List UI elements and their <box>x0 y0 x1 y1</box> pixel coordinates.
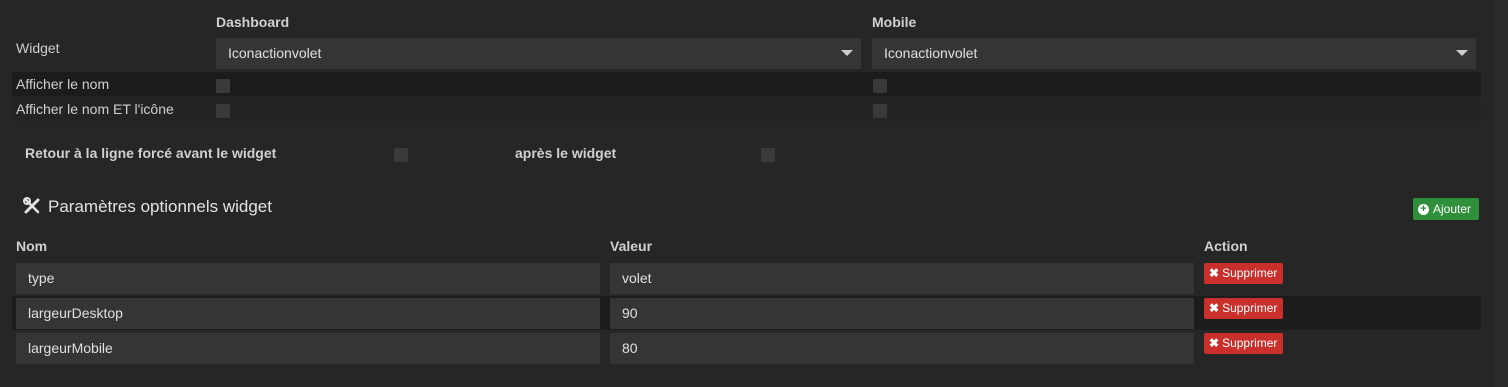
param-value-input[interactable]: 90 <box>610 298 1194 329</box>
param-value-input[interactable]: 80 <box>610 333 1194 364</box>
delete-param-button[interactable]: ✖ Supprimer <box>1204 298 1283 319</box>
dashboard-widget-select[interactable]: Iconactionvolet <box>216 38 861 69</box>
dashboard-header: Dashboard <box>216 14 290 30</box>
line-break-before-label: Retour à la ligne forcé avant le widget <box>25 145 277 161</box>
col-name-header: Nom <box>16 238 48 254</box>
scrollbar[interactable] <box>1495 0 1508 387</box>
tools-icon <box>23 197 41 215</box>
line-break-before-checkbox[interactable] <box>394 148 408 162</box>
caret-down-icon <box>841 50 853 56</box>
close-icon: ✖ <box>1209 336 1220 350</box>
col-value-header: Valeur <box>610 238 653 254</box>
params-title: Paramètres optionnels widget <box>48 197 272 216</box>
show-name-label: Afficher le nom <box>16 76 110 92</box>
delete-label: Supprimer <box>1222 336 1278 350</box>
plus-circle-icon: + <box>1418 203 1429 215</box>
mobile-header: Mobile <box>872 14 917 30</box>
show-name-mobile-checkbox[interactable] <box>873 79 887 93</box>
mobile-widget-select[interactable]: Iconactionvolet <box>872 38 1476 69</box>
line-break-after-label: après le widget <box>515 145 617 161</box>
delete-label: Supprimer <box>1222 266 1278 280</box>
line-break-after-checkbox[interactable] <box>761 148 775 162</box>
close-icon: ✖ <box>1209 266 1220 280</box>
add-param-label: Ajouter <box>1433 202 1472 216</box>
show-name-icon-mobile-checkbox[interactable] <box>873 104 887 118</box>
show-name-dashboard-checkbox[interactable] <box>216 79 230 93</box>
col-action-header: Action <box>1204 238 1248 254</box>
param-name-input[interactable]: type <box>16 263 600 294</box>
delete-param-button[interactable]: ✖ Supprimer <box>1204 263 1283 284</box>
show-name-icon-row <box>12 97 1481 121</box>
delete-param-button[interactable]: ✖ Supprimer <box>1204 333 1283 354</box>
show-name-icon-label: Afficher le nom ET l'icône <box>16 101 174 117</box>
mobile-widget-value: Iconactionvolet <box>884 45 978 61</box>
show-name-row <box>12 72 1481 96</box>
add-param-button[interactable]: + Ajouter <box>1413 198 1479 220</box>
widget-label: Widget <box>16 40 60 56</box>
show-name-icon-dashboard-checkbox[interactable] <box>216 104 230 118</box>
param-name-input[interactable]: largeurDesktop <box>16 298 600 329</box>
param-name-input[interactable]: largeurMobile <box>16 333 600 364</box>
caret-down-icon <box>1456 50 1468 56</box>
param-value-input[interactable]: volet <box>610 263 1194 294</box>
close-icon: ✖ <box>1209 301 1220 315</box>
dashboard-widget-value: Iconactionvolet <box>228 45 322 61</box>
delete-label: Supprimer <box>1222 301 1278 315</box>
